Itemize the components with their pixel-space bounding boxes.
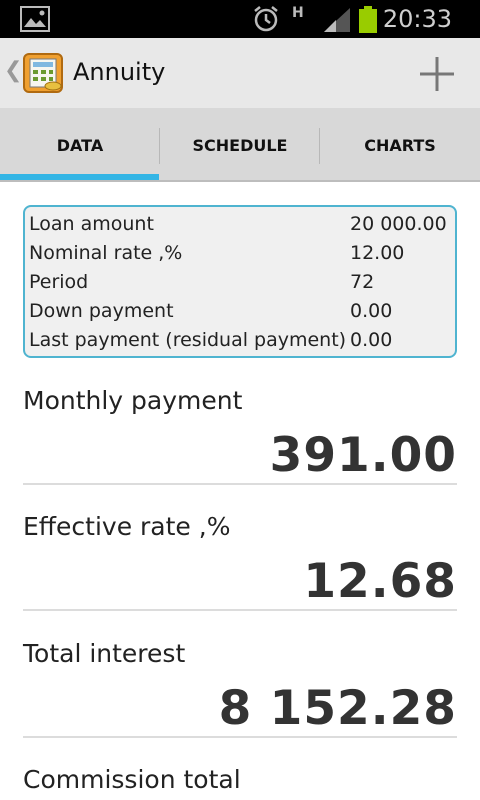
network-type-label: H: [292, 5, 304, 21]
divider: [23, 483, 457, 485]
loan-inputs-panel[interactable]: Loan amount 20 000.00 Nominal rate ,% 12…: [23, 205, 457, 358]
result-value: 391.00: [269, 428, 457, 483]
input-row-loan-amount[interactable]: Loan amount 20 000.00: [29, 210, 447, 239]
clock-time: 20:33: [382, 5, 452, 33]
add-icon[interactable]: [417, 54, 457, 98]
tab-charts-label: CHARTS: [364, 136, 436, 155]
input-value: 0.00: [350, 329, 393, 351]
input-value: 12.00: [350, 242, 405, 264]
result-value: 12.68: [303, 554, 457, 609]
input-label: Last payment (residual payment): [29, 329, 347, 351]
divider: [23, 609, 457, 611]
result-label: Effective rate ,%: [23, 512, 231, 541]
tab-charts[interactable]: CHARTS: [320, 108, 480, 180]
tab-schedule-label: SCHEDULE: [192, 136, 288, 155]
active-tab-indicator: [0, 174, 159, 180]
input-label: Period: [29, 271, 89, 293]
gallery-icon: [20, 6, 50, 36]
result-label: Monthly payment: [23, 386, 243, 415]
tab-data-label: DATA: [56, 136, 104, 155]
alarm-icon: [252, 5, 280, 37]
battery-icon: [358, 6, 378, 38]
input-row-nominal-rate[interactable]: Nominal rate ,% 12.00: [29, 239, 404, 268]
tab-data[interactable]: DATA: [0, 108, 160, 180]
result-value: 8 152.28: [218, 681, 457, 736]
signal-icon: [322, 7, 352, 37]
action-bar: ❮ Annuity: [0, 38, 480, 108]
status-bar: H 20:33: [0, 0, 480, 38]
input-value: 20 000.00: [350, 213, 447, 235]
result-label: Commission total: [23, 765, 241, 794]
divider: [23, 736, 457, 738]
input-row-down-payment[interactable]: Down payment 0.00: [29, 297, 392, 326]
input-label: Loan amount: [29, 213, 154, 235]
input-row-period[interactable]: Period 72: [29, 268, 374, 297]
input-value: 0.00: [350, 300, 393, 322]
input-label: Nominal rate ,%: [29, 242, 183, 264]
input-value: 72: [350, 271, 375, 293]
calculator-app-icon[interactable]: [23, 53, 63, 97]
app-title: Annuity: [73, 58, 166, 86]
input-label: Down payment: [29, 300, 174, 322]
tab-schedule[interactable]: SCHEDULE: [160, 108, 320, 180]
back-chevron-icon[interactable]: ❮: [4, 58, 22, 83]
tab-bar: DATA SCHEDULE CHARTS: [0, 108, 480, 182]
result-label: Total interest: [23, 639, 186, 668]
input-row-last-payment[interactable]: Last payment (residual payment) 0.00: [29, 326, 392, 355]
